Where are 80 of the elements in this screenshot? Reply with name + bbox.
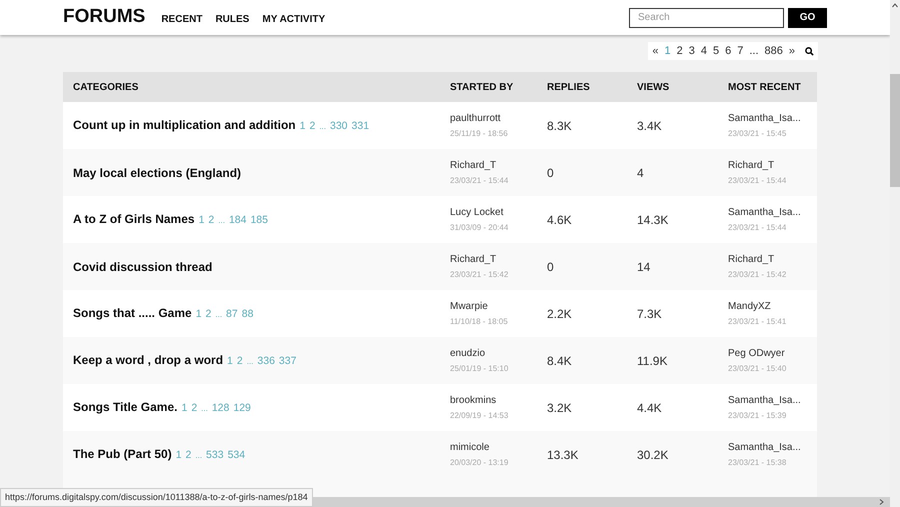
site-logo[interactable]: FORUMS [63,3,146,32]
view-count: 14 [637,258,652,276]
reply-count: 0 [547,258,555,276]
start-date: 25/01/19 - 15:10 [450,363,510,375]
thread-title[interactable]: Covid discussion thread [73,258,212,276]
view-count: 4 [637,164,645,182]
reply-count: 8.3K [547,118,573,134]
author-name[interactable]: Richard_T [450,158,547,173]
recent-date: 23/03/21 - 15:41 [728,316,786,328]
page-link[interactable]: 4 [700,42,707,60]
thread-title[interactable]: Count up in multiplication and addition [73,116,296,134]
recent-author[interactable]: Samantha_Isa... [728,440,801,455]
view-count: 11.9K [637,352,668,370]
scrollbar-thumb[interactable] [890,74,900,187]
recent-author[interactable]: Samantha_Isa... [728,205,801,220]
author-name[interactable]: brookmins [450,393,547,408]
view-count: 3.4K [637,118,663,134]
start-date: 20/03/20 - 13:19 [450,457,510,469]
column-header: REPLIES [547,80,591,94]
recent-date: 23/03/21 - 15:44 [728,222,788,234]
recent-date: 23/03/21 - 15:39 [728,410,788,422]
author-name[interactable]: Mwarpie [450,299,547,314]
recent-author[interactable]: Samantha_Isa... [728,393,801,408]
start-date: 31/03/09 - 20:44 [450,222,510,234]
thread-title[interactable]: The Pub (Part 50) [73,445,172,464]
nav-link[interactable]: MY ACTIVITY [262,8,326,27]
view-count: 30.2K [637,446,670,464]
start-date: 23/03/21 - 15:44 [450,175,510,187]
recent-date: 23/03/21 - 15:40 [728,363,786,375]
reply-count: 13.3K [547,446,580,464]
recent-date: 23/03/21 - 15:42 [728,269,786,281]
recent-author[interactable]: Richard_T [728,158,786,173]
thread-title[interactable]: A to Z of Girls Names [73,210,195,228]
reply-count: 2.2K [547,306,573,322]
recent-author[interactable]: Richard_T [728,252,786,267]
thread-title[interactable]: May local elections (England) [73,164,242,182]
author-name[interactable]: enudzio [450,346,547,361]
reply-count: 4.6K [547,212,573,228]
nav-link[interactable]: RECENT [161,8,202,27]
author-name[interactable]: mimicole [450,440,547,455]
column-header: VIEWS [637,80,670,94]
page-link[interactable]: 6 [725,42,732,60]
thread-title[interactable]: Songs that ..... Game [73,304,192,322]
page-link[interactable]: 3 [688,42,695,60]
page-link[interactable]: 7 [737,42,744,60]
link-preview-tooltip: https://forums.digitalspy.com/discussion/1011388/a-to-z-of-girls-names/p184 [0,488,313,507]
author-name[interactable]: paulthurrott [450,111,547,126]
author-name[interactable]: Lucy Locket [450,205,547,220]
start-date: 23/03/21 - 15:42 [450,269,510,281]
search-field[interactable]: Search [629,8,784,28]
reply-count: 8.4K [547,352,573,370]
next-page-link[interactable]: » [788,42,795,60]
page-link[interactable]: 2 [676,42,683,60]
view-count: 4.4K [637,400,663,416]
page-link[interactable]: 5 [712,42,720,60]
recent-author[interactable]: Peg ODwyer [728,346,786,361]
column-header: STARTED BY [450,80,514,94]
page-link[interactable]: 886 [764,42,783,60]
author-name[interactable]: Richard_T [450,252,547,267]
thread-title[interactable]: Keep a word , drop a word [73,351,224,370]
search-icon[interactable] [805,46,814,56]
page-link[interactable]: ... [749,42,759,60]
column-header: CATEGORIES [72,80,140,94]
start-date: 11/10/18 - 18:05 [450,316,509,328]
recent-date: 23/03/21 - 15:45 [728,128,788,140]
column-header: MOST RECENT [728,80,801,94]
thread-title[interactable]: Songs Title Game. [73,398,178,416]
recent-author[interactable]: MandyXZ [728,299,786,314]
previous-page-link[interactable]: « [652,42,658,60]
reply-count: 3.2K [547,400,573,416]
recent-date: 23/03/21 - 15:38 [728,457,788,469]
recent-date: 23/03/21 - 15:44 [728,175,786,187]
recent-author[interactable]: Samantha_Isa... [728,111,801,126]
view-count: 7.3K [637,306,663,322]
view-count: 14.3K [637,212,670,228]
start-date: 22/09/19 - 14:53 [450,410,510,422]
go-button[interactable]: GO [788,8,827,28]
reply-count: 0 [547,164,555,182]
start-date: 25/11/19 - 18:56 [450,128,509,140]
nav-link[interactable]: RULES [215,8,250,27]
